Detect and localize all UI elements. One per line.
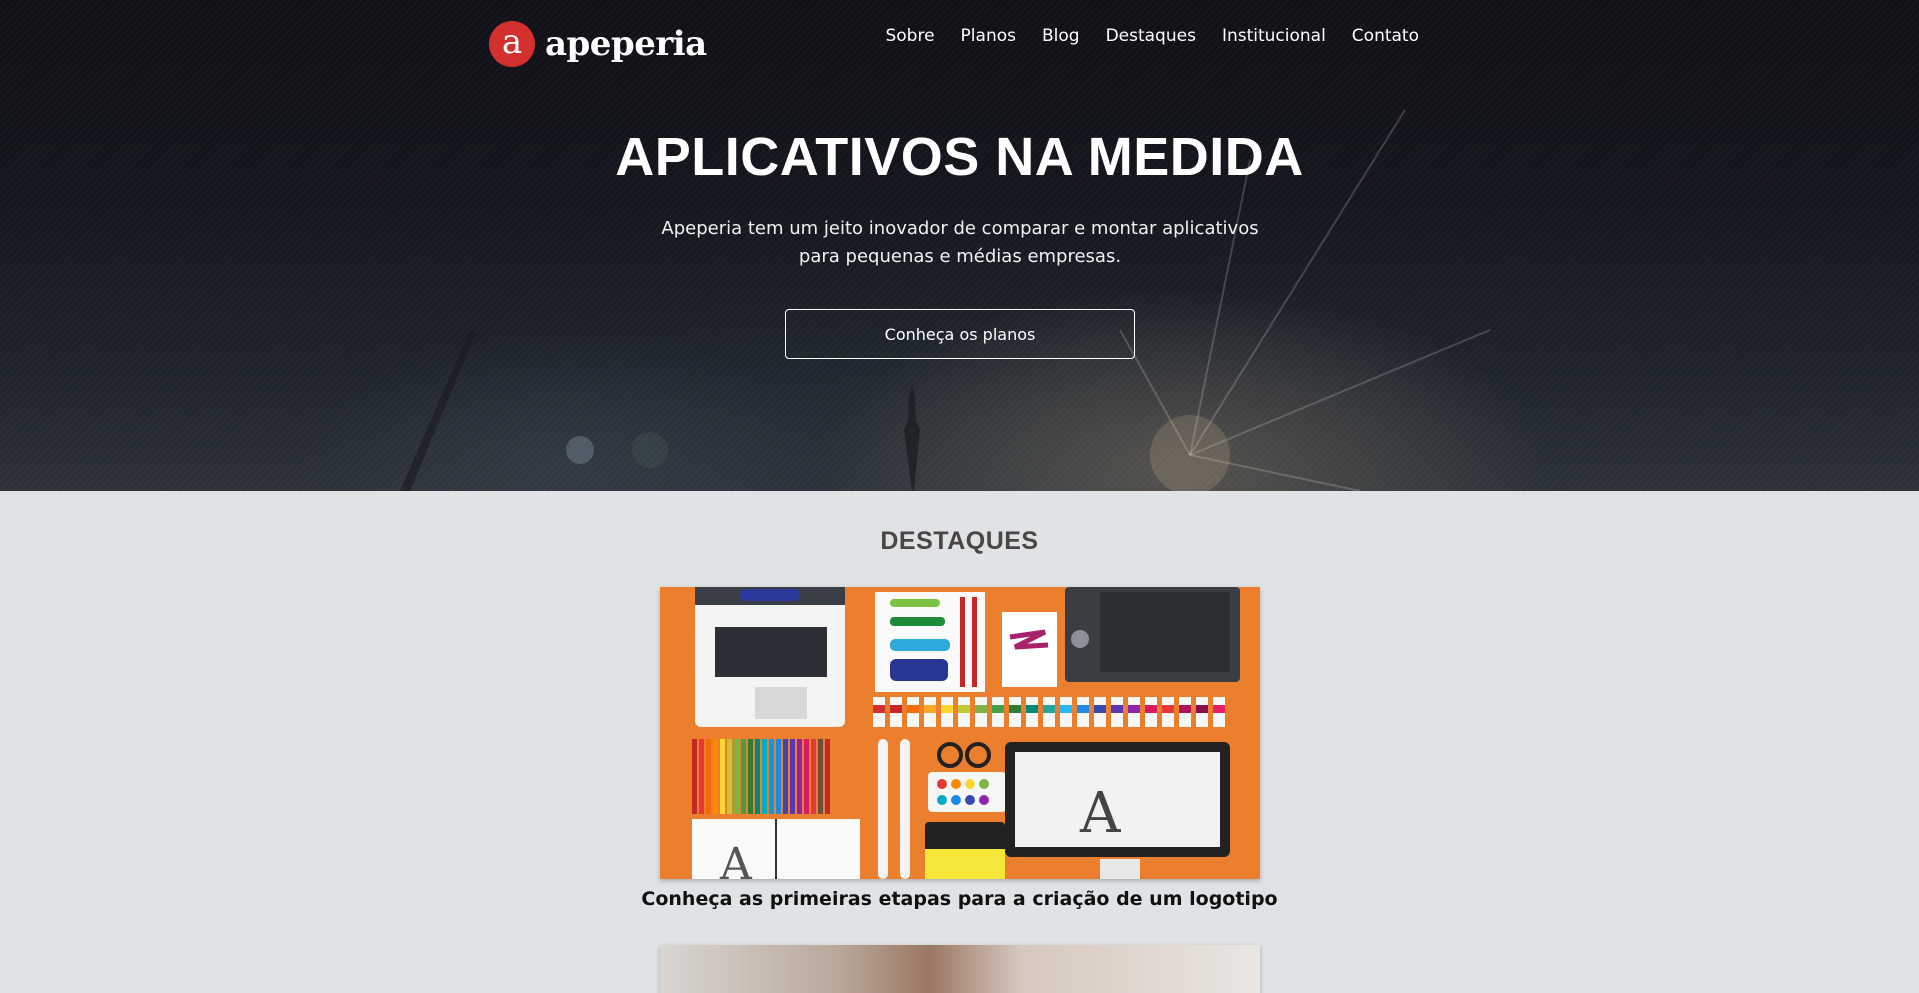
main-nav: Sobre Planos Blog Destaques Instituciona… xyxy=(859,26,1419,46)
brand-logo[interactable]: a apeperia xyxy=(489,21,707,67)
logo-wordmark: apeperia xyxy=(545,24,707,64)
nav-item-sobre[interactable]: Sobre xyxy=(885,26,934,46)
plans-cta-button[interactable]: Conheça os planos xyxy=(785,309,1135,359)
section-title: DESTAQUES xyxy=(880,527,1039,555)
featured-card-image[interactable]: A A xyxy=(660,587,1260,879)
svg-text:A: A xyxy=(1079,781,1121,846)
logo-mark-icon: a xyxy=(489,21,535,67)
nav-item-blog[interactable]: Blog xyxy=(1042,26,1080,46)
hero-title: APLICATIVOS NA MEDIDA xyxy=(615,127,1304,187)
nav-item-institucional[interactable]: Institucional xyxy=(1222,26,1326,46)
nav-item-planos[interactable]: Planos xyxy=(961,26,1016,46)
design-tools-illustration: A A xyxy=(692,587,1240,879)
nav-item-destaques[interactable]: Destaques xyxy=(1106,26,1196,46)
hero-subtitle: Apeperia tem um jeito inovador de compar… xyxy=(661,218,1259,267)
featured-card-title[interactable]: Conheça as primeiras etapas para a criaç… xyxy=(0,888,1919,910)
hero-banner: a apeperia Sobre Planos Blog Destaques I… xyxy=(0,0,1919,491)
nav-item-contato[interactable]: Contato xyxy=(1352,26,1419,46)
svg-text:A: A xyxy=(719,839,753,879)
featured-card-image-2[interactable] xyxy=(660,945,1260,993)
